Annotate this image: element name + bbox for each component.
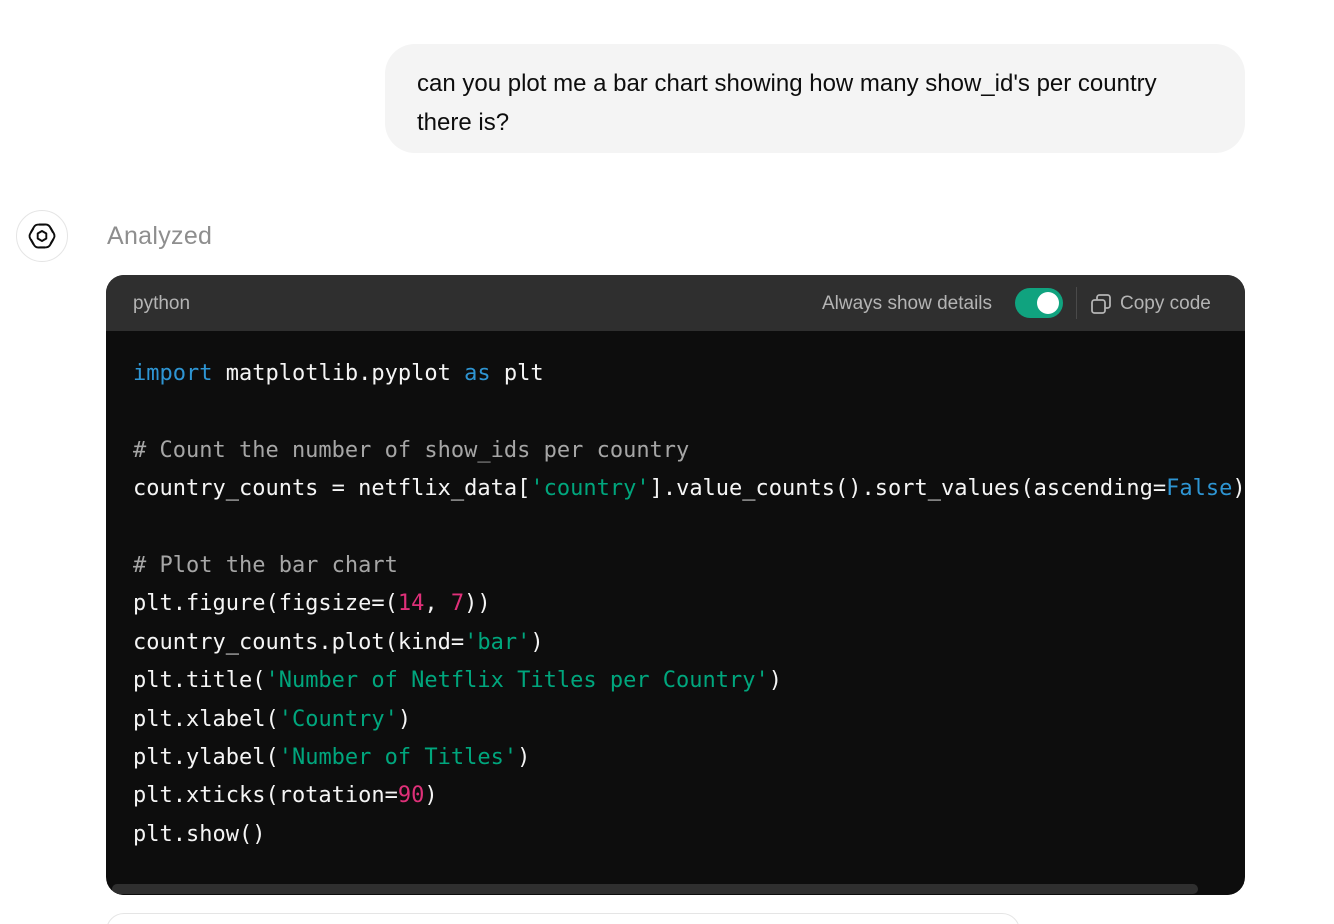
copy-code-label: Copy code <box>1120 293 1211 314</box>
openai-logo-icon <box>28 223 56 249</box>
code-block-header: python Always show details Copy code <box>106 275 1245 331</box>
code-token: country_counts = netflix_data[ <box>133 476 531 502</box>
code-token: plt.xlabel( <box>133 706 279 732</box>
code-language-label: python <box>133 293 191 314</box>
code-token: # Plot the bar chart <box>133 552 398 578</box>
code-token: ].value_counts().sort_values(ascending= <box>649 476 1167 502</box>
code-line: plt.xlabel('Country') <box>133 701 1245 739</box>
code-line: # Count the number of show_ids per count… <box>133 432 1245 470</box>
code-token: plt.show() <box>133 821 266 847</box>
code-line: plt.xticks(rotation=90) <box>133 777 1245 815</box>
always-show-details-label: Always show details <box>822 293 993 314</box>
code-token: matplotlib.pyplot <box>212 361 465 386</box>
user-message-bubble: can you plot me a bar chart showing how … <box>385 44 1245 153</box>
code-token: 'bar' <box>464 629 531 655</box>
code-token: )) <box>464 591 491 617</box>
code-line: plt.ylabel('Number of Titles') <box>133 739 1245 777</box>
code-content[interactable]: import matplotlib.pyplot as plt # Count … <box>133 355 1245 854</box>
code-token: plt.xticks(rotation= <box>133 783 398 809</box>
code-token: 7 <box>450 591 465 617</box>
scrollbar-thumb[interactable] <box>112 884 1198 894</box>
horizontal-scrollbar[interactable] <box>106 883 1245 895</box>
user-message-text: can you plot me a bar chart showing how … <box>417 70 1157 136</box>
code-token: # Count the number of show_ids per count… <box>133 437 690 463</box>
code-line: plt.show() <box>133 816 1245 854</box>
code-token: plt.title( <box>133 668 266 694</box>
code-line: country_counts.plot(kind='bar') <box>133 624 1245 662</box>
code-token: plt.figure(figsize=( <box>133 591 398 617</box>
code-token: import <box>133 361 213 386</box>
code-line: # Plot the bar chart <box>133 547 1245 585</box>
copy-icon <box>1091 294 1111 314</box>
analysis-status-label[interactable]: Analyzed <box>107 222 212 251</box>
code-token: 'Country' <box>278 706 398 732</box>
code-token: ) <box>517 744 531 770</box>
code-token: ) <box>1232 476 1245 502</box>
code-line: plt.title('Number of Netflix Titles per … <box>133 662 1245 700</box>
code-token: plt.ylabel( <box>133 744 279 770</box>
code-line: country_counts = netflix_data['country']… <box>133 470 1245 508</box>
code-token: ) <box>397 706 412 732</box>
code-token: ) <box>768 668 783 694</box>
code-token: 90 <box>397 783 425 809</box>
next-message-card <box>106 913 1020 924</box>
copy-code-button[interactable]: Copy code <box>1090 291 1211 317</box>
code-token: country_counts.plot(kind= <box>133 629 465 655</box>
code-block: python Always show details Copy code imp… <box>106 275 1245 895</box>
code-line: plt.figure(figsize=(14, 7)) <box>133 585 1245 623</box>
code-token: 'Number of Netflix Titles per Country' <box>265 668 769 694</box>
code-token: , <box>424 591 451 617</box>
toggle-knob <box>1037 292 1059 314</box>
code-token: 14 <box>397 591 425 617</box>
code-token: ) <box>424 783 438 809</box>
header-divider <box>1076 287 1077 319</box>
chat-page: can you plot me a bar chart showing how … <box>0 0 1334 924</box>
code-token: ) <box>530 629 544 655</box>
code-token: 'Number of Titles' <box>278 744 518 770</box>
code-line: import matplotlib.pyplot as plt <box>133 355 1245 393</box>
code-token: 'country' <box>530 476 650 502</box>
code-token: False <box>1166 476 1233 502</box>
code-token: plt <box>490 361 544 386</box>
assistant-avatar <box>16 210 68 262</box>
always-show-details-toggle[interactable] <box>1015 288 1063 318</box>
code-token: as <box>464 361 491 386</box>
